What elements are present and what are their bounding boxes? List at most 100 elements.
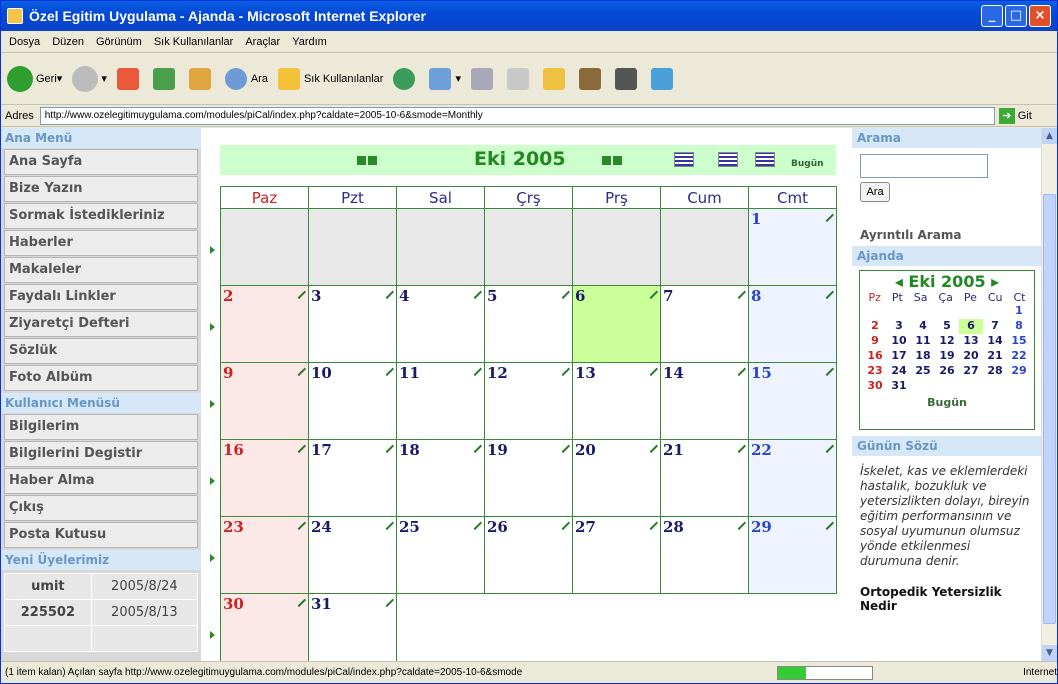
mini-day[interactable]: 31: [887, 379, 911, 394]
add-event-pencil-icon[interactable]: [291, 592, 307, 608]
messenger-button[interactable]: [615, 67, 641, 90]
day-cell[interactable]: 25: [396, 515, 485, 594]
add-event-pencil-icon[interactable]: [291, 284, 307, 300]
search-input[interactable]: [860, 154, 988, 178]
prev-year-icon[interactable]: [357, 156, 366, 165]
day-cell[interactable]: 19: [484, 438, 573, 517]
menu-item[interactable]: Foto Albüm: [4, 365, 198, 391]
history-button[interactable]: [393, 67, 419, 90]
add-event-pencil-icon[interactable]: [643, 438, 659, 454]
favorites-button[interactable]: Sık Kullanılanlar: [277, 67, 383, 90]
menu-favorites[interactable]: Sık Kullanılanlar: [154, 36, 234, 48]
mini-day[interactable]: 6: [959, 319, 983, 334]
mini-day[interactable]: 3: [887, 319, 911, 334]
add-event-pencil-icon[interactable]: [819, 438, 835, 454]
add-event-pencil-icon[interactable]: [731, 515, 747, 531]
day-cell[interactable]: 6: [572, 284, 661, 363]
add-event-pencil-icon[interactable]: [379, 592, 395, 608]
week-arrow-icon[interactable]: [210, 400, 215, 408]
mini-day[interactable]: 12: [935, 334, 959, 349]
mini-day[interactable]: 26: [935, 364, 959, 379]
day-cell[interactable]: 9: [220, 361, 309, 440]
folder-button[interactable]: [543, 67, 569, 90]
add-event-pencil-icon[interactable]: [379, 361, 395, 377]
week-arrow-icon[interactable]: [210, 631, 215, 639]
add-event-pencil-icon[interactable]: [379, 284, 395, 300]
add-event-pencil-icon[interactable]: [467, 515, 483, 531]
day-cell[interactable]: 2: [220, 284, 309, 363]
mini-day[interactable]: 22: [1007, 349, 1031, 364]
scroll-thumb[interactable]: [1043, 194, 1056, 624]
day-cell[interactable]: 27: [572, 515, 661, 594]
week-arrow-icon[interactable]: [210, 554, 215, 562]
mini-day[interactable]: 9: [863, 334, 887, 349]
day-cell[interactable]: 14: [660, 361, 749, 440]
year-view-icon[interactable]: [755, 152, 775, 167]
member-name[interactable]: umit: [4, 573, 92, 600]
day-cell[interactable]: 29: [748, 515, 837, 594]
day-cell[interactable]: 16: [220, 438, 309, 517]
menu-item[interactable]: Faydalı Linkler: [4, 284, 198, 310]
day-cell[interactable]: 22: [748, 438, 837, 517]
menu-item[interactable]: Posta Kutusu: [4, 522, 198, 548]
mini-day[interactable]: 8: [1007, 319, 1031, 334]
menu-item[interactable]: Sormak İstedikleriniz: [4, 203, 198, 229]
vertical-scrollbar[interactable]: ▲ ▼: [1041, 128, 1057, 661]
day-cell[interactable]: 15: [748, 361, 837, 440]
close-button[interactable]: ×: [1029, 5, 1051, 27]
day-cell[interactable]: 5: [484, 284, 573, 363]
menu-item[interactable]: Haberler: [4, 230, 198, 256]
menu-dosya[interactable]: Dosya: [9, 36, 40, 48]
mail-button[interactable]: ▾: [429, 67, 461, 90]
home-button[interactable]: [188, 67, 215, 90]
add-event-pencil-icon[interactable]: [467, 361, 483, 377]
add-event-pencil-icon[interactable]: [555, 284, 571, 300]
mini-day[interactable]: 18: [911, 349, 935, 364]
day-cell[interactable]: 20: [572, 438, 661, 517]
mini-day[interactable]: 29: [1007, 364, 1031, 379]
menu-item[interactable]: Bize Yazın: [4, 176, 198, 202]
mini-day[interactable]: 28: [983, 364, 1007, 379]
add-event-pencil-icon[interactable]: [819, 207, 835, 223]
today-link[interactable]: Bugün: [791, 159, 824, 169]
menu-gorunum[interactable]: Görünüm: [96, 36, 142, 48]
menu-item[interactable]: Çıkış: [4, 495, 198, 521]
back-button[interactable]: Geri ▾: [7, 65, 62, 92]
mini-day[interactable]: 21: [983, 349, 1007, 364]
next-month-icon[interactable]: [602, 156, 611, 165]
mini-day[interactable]: 2: [863, 319, 887, 334]
advanced-search-link[interactable]: Ayrıntılı Arama: [852, 202, 1041, 242]
add-event-pencil-icon[interactable]: [555, 515, 571, 531]
day-cell[interactable]: 3: [308, 284, 397, 363]
day-cell[interactable]: 31: [308, 592, 397, 661]
add-event-pencil-icon[interactable]: [819, 361, 835, 377]
add-event-pencil-icon[interactable]: [643, 361, 659, 377]
mini-day[interactable]: 19: [935, 349, 959, 364]
menu-item[interactable]: Sözlük: [4, 338, 198, 364]
add-event-pencil-icon[interactable]: [379, 438, 395, 454]
add-event-pencil-icon[interactable]: [555, 361, 571, 377]
forward-button[interactable]: ▾: [72, 65, 107, 92]
maximize-button[interactable]: □: [1005, 5, 1027, 27]
day-cell[interactable]: 21: [660, 438, 749, 517]
next-year-icon[interactable]: [613, 156, 622, 165]
mini-day[interactable]: 10: [887, 334, 911, 349]
day-cell[interactable]: 4: [396, 284, 485, 363]
week-arrow-icon[interactable]: [210, 477, 215, 485]
mini-day[interactable]: 16: [863, 349, 887, 364]
menu-araclar[interactable]: Araçlar: [245, 36, 280, 48]
add-event-pencil-icon[interactable]: [467, 438, 483, 454]
add-event-pencil-icon[interactable]: [643, 284, 659, 300]
week-arrow-icon[interactable]: [210, 246, 215, 254]
scroll-up-icon[interactable]: ▲: [1042, 128, 1057, 144]
stop-button[interactable]: [116, 67, 143, 90]
add-event-pencil-icon[interactable]: [819, 515, 835, 531]
week-view-icon[interactable]: [674, 152, 694, 167]
menu-duzen[interactable]: Düzen: [52, 36, 84, 48]
add-event-pencil-icon[interactable]: [731, 284, 747, 300]
add-event-pencil-icon[interactable]: [731, 438, 747, 454]
contacts-button[interactable]: [651, 67, 677, 90]
scroll-down-icon[interactable]: ▼: [1042, 645, 1057, 661]
add-event-pencil-icon[interactable]: [467, 284, 483, 300]
mini-day[interactable]: 25: [911, 364, 935, 379]
